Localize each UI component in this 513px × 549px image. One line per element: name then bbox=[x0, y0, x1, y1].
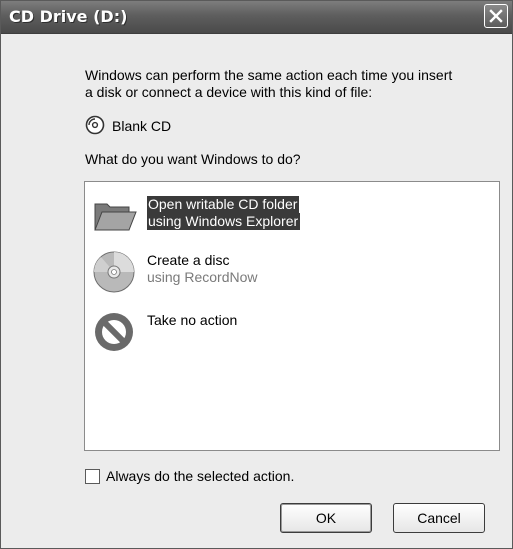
title-bar[interactable]: CD Drive (D:) bbox=[1, 1, 512, 34]
action-label: Create a disc bbox=[147, 252, 230, 268]
intro-line-2: a disk or connect a device with this kin… bbox=[85, 84, 373, 100]
question-label: What do you want Windows to do? bbox=[85, 151, 301, 167]
intro-line-1: Windows can perform the same action each… bbox=[85, 67, 453, 83]
content-type-label: Blank CD bbox=[112, 118, 172, 134]
action-sublabel: using Windows Explorer bbox=[147, 213, 301, 230]
action-item-create-disc[interactable]: Create a disc using RecordNow bbox=[91, 248, 391, 300]
ok-button[interactable]: OK bbox=[280, 503, 372, 533]
action-item-take-no-action[interactable]: Take no action bbox=[91, 308, 391, 360]
disc-icon bbox=[93, 251, 135, 293]
close-icon bbox=[489, 9, 503, 23]
action-list[interactable]: Open writable CD folder using Windows Ex… bbox=[84, 181, 500, 451]
always-label[interactable]: Always do the selected action. bbox=[106, 468, 294, 485]
action-sublabel: using RecordNow bbox=[147, 269, 258, 285]
cd-icon bbox=[85, 115, 105, 135]
cancel-button[interactable]: Cancel bbox=[393, 503, 485, 533]
always-checkbox[interactable] bbox=[85, 469, 100, 484]
action-item-open-folder[interactable]: Open writable CD folder using Windows Ex… bbox=[91, 192, 391, 244]
action-label: Open writable CD folder bbox=[147, 196, 300, 213]
autoplay-dialog: CD Drive (D:) Windows can perform the sa… bbox=[0, 0, 513, 549]
folder-icon bbox=[94, 203, 137, 231]
action-label: Take no action bbox=[147, 312, 238, 328]
window-title: CD Drive (D:) bbox=[9, 7, 128, 26]
close-button[interactable] bbox=[484, 4, 508, 28]
no-action-icon bbox=[95, 313, 133, 351]
